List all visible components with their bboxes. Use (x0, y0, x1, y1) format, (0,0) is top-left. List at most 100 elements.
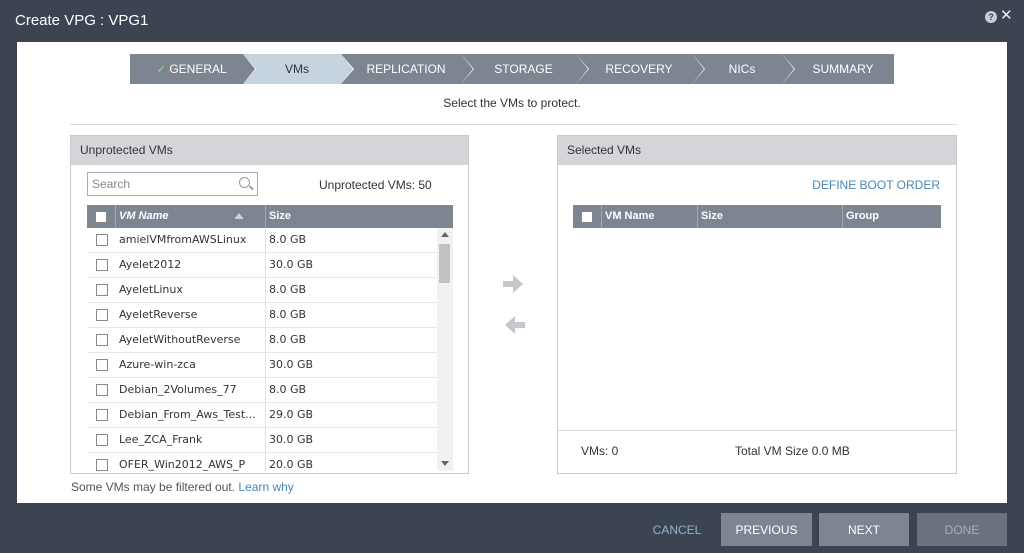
column-label: Size (269, 210, 292, 222)
vm-size: 29.0 GB (269, 408, 314, 421)
header-checkbox-cell (573, 205, 602, 228)
step-summary[interactable]: SUMMARY (782, 54, 894, 84)
panel-title: Unprotected VMs (71, 136, 468, 165)
step-storage[interactable]: STORAGE (461, 54, 588, 84)
row-checkbox[interactable] (95, 359, 108, 371)
row-checkbox[interactable] (95, 234, 108, 246)
row-checkbox[interactable] (95, 334, 108, 346)
divider (70, 124, 957, 125)
table-row[interactable]: AyeletReverse 8.0 GB (87, 303, 453, 328)
window-titlebar: Create VPG : VPG1 ? ✕ (0, 0, 1024, 42)
unprotected-count: Unprotected VMs: 50 (319, 178, 432, 192)
step-general[interactable]: ✓ GENERAL (130, 54, 255, 84)
vm-name: OFER_Win2012_AWS_P (116, 453, 266, 471)
select-all-checkbox[interactable] (95, 210, 107, 223)
divider (558, 430, 956, 431)
vm-size: 20.0 GB (269, 458, 314, 471)
vm-name: AyeletWithoutReverse (116, 328, 266, 352)
row-checkbox[interactable] (95, 309, 108, 321)
move-right-arrow-icon[interactable] (502, 274, 524, 294)
table-row[interactable]: amielVMfromAWSLinux 8.0 GB (87, 228, 453, 253)
step-label: SUMMARY (812, 62, 874, 76)
table-row[interactable]: Debian_From_Aws_Test... 29.0 GB (87, 403, 453, 428)
search-icon[interactable] (239, 177, 250, 188)
step-label: NICs (728, 62, 756, 76)
page-subtitle: Select the VMs to protect. (443, 96, 581, 110)
vm-size: 30.0 GB (269, 358, 314, 371)
column-vm-name[interactable]: VM Name (116, 205, 266, 228)
total-vm-size: Total VM Size 0.0 MB (735, 444, 850, 458)
done-button[interactable]: DONE (917, 513, 1007, 546)
previous-button[interactable]: PREVIOUS (721, 513, 812, 546)
move-left-arrow-icon[interactable] (504, 315, 526, 335)
close-icon[interactable]: ✕ (1000, 8, 1013, 24)
vm-list: amielVMfromAWSLinux 8.0 GB Ayelet2012 30.0… (87, 228, 453, 471)
vm-name: Lee_ZCA_Frank (116, 428, 266, 452)
column-vm-name[interactable]: VM Name (602, 205, 698, 228)
next-button[interactable]: NEXT (819, 513, 909, 546)
help-icon[interactable]: ? (985, 11, 997, 23)
table-row[interactable]: OFER_Win2012_AWS_P 20.0 GB (87, 453, 453, 471)
vm-name: Ayelet2012 (116, 253, 266, 277)
scroll-up-icon[interactable] (441, 232, 449, 237)
table-row[interactable]: Lee_ZCA_Frank 30.0 GB (87, 428, 453, 453)
row-checkbox[interactable] (95, 284, 108, 296)
search-box (87, 172, 258, 196)
row-checkbox[interactable] (95, 459, 108, 471)
learn-why-link[interactable]: Learn why (238, 480, 293, 494)
table-row[interactable]: AyeletLinux 8.0 GB (87, 278, 453, 303)
step-recovery[interactable]: RECOVERY (576, 54, 704, 84)
table-row[interactable]: Azure-win-zca 30.0 GB (87, 353, 453, 378)
grid-header: VM Name Size Group (573, 205, 941, 228)
vm-name: AyeletReverse (116, 303, 266, 327)
step-replication[interactable]: REPLICATION (341, 54, 473, 84)
selected-vms-count: VMs: 0 (581, 444, 619, 458)
column-label: Size (701, 210, 724, 222)
column-label: Group (846, 210, 879, 222)
header-checkbox-cell (87, 205, 116, 228)
selected-vms-panel: Selected VMs DEFINE BOOT ORDER VM Name S… (557, 135, 957, 474)
step-label: REPLICATION (366, 62, 446, 76)
step-label: GENERAL (169, 62, 227, 76)
scroll-down-icon[interactable] (441, 461, 449, 466)
table-row[interactable]: Debian_2Volumes_77 8.0 GB (87, 378, 453, 403)
vm-size: 8.0 GB (269, 283, 307, 296)
grid-header: VM Name Size (87, 205, 453, 228)
column-label: VM Name (119, 210, 169, 222)
check-icon: ✓ (156, 62, 167, 76)
table-row[interactable]: AyeletWithoutReverse 8.0 GB (87, 328, 453, 353)
search-input[interactable] (88, 173, 228, 195)
define-boot-order-link[interactable]: DEFINE BOOT ORDER (812, 178, 940, 192)
filter-note: Some VMs may be filtered out. Learn why (71, 480, 294, 494)
row-checkbox[interactable] (95, 384, 108, 396)
table-row[interactable]: Ayelet2012 30.0 GB (87, 253, 453, 278)
selected-vm-list (574, 228, 941, 428)
vm-size: 30.0 GB (269, 258, 314, 271)
wizard-stepper: ✓ GENERAL VMs REPLICATION STORAGE RECOVE… (130, 54, 894, 84)
column-size[interactable]: Size (698, 205, 843, 228)
scroll-thumb[interactable] (439, 244, 450, 283)
row-checkbox[interactable] (95, 434, 108, 446)
vm-name: amielVMfromAWSLinux (116, 228, 266, 252)
unprotected-vms-panel: Unprotected VMs Unprotected VMs: 50 VM N… (70, 135, 469, 474)
vm-size: 8.0 GB (269, 308, 307, 321)
vm-size: 30.0 GB (269, 433, 314, 446)
vm-name: AyeletLinux (116, 278, 266, 302)
vm-name: Debian_2Volumes_77 (116, 378, 266, 402)
vertical-scrollbar[interactable] (437, 228, 453, 471)
column-size[interactable]: Size (266, 205, 453, 228)
column-group[interactable]: Group (843, 205, 941, 228)
row-checkbox[interactable] (95, 259, 108, 271)
row-checkbox[interactable] (95, 409, 108, 421)
step-label: VMs (285, 62, 309, 76)
vm-name: Azure-win-zca (116, 353, 266, 377)
vm-name: Debian_From_Aws_Test... (116, 403, 266, 427)
step-vms[interactable]: VMs (243, 54, 353, 84)
window-title: Create VPG : VPG1 (15, 12, 149, 29)
cancel-button[interactable]: CANCEL (645, 513, 709, 546)
step-nics[interactable]: NICs (692, 54, 794, 84)
filter-note-text: Some VMs may be filtered out. (71, 480, 236, 494)
sort-ascending-icon (235, 213, 243, 219)
select-all-checkbox[interactable] (581, 210, 593, 223)
step-label: STORAGE (494, 62, 553, 76)
